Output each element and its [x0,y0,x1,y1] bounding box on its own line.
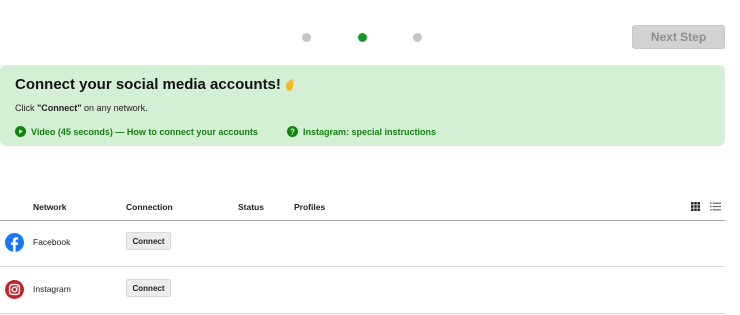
grid-view-icon[interactable] [691,202,700,211]
list-view-icon[interactable] [710,202,721,211]
subtitle-suffix: on any network. [81,103,148,113]
video-link-text: Video (45 seconds) — How to connect your… [31,126,258,137]
instagram-icon [5,280,24,299]
instructions-banner: Connect your social media accounts! Clic… [0,65,725,146]
step-dot-2-active[interactable] [358,33,367,42]
subtitle-connect-word: "Connect" [37,103,82,113]
column-header-profiles: Profiles [294,202,326,212]
play-circle-icon [15,126,26,137]
step-dot-1[interactable] [302,33,311,42]
network-name: Facebook [33,237,71,247]
instagram-instructions-link[interactable]: ? Instagram: special instructions [287,126,436,137]
banner-subtitle: Click "Connect" on any network. [15,103,148,113]
help-circle-icon: ? [287,126,298,137]
connect-facebook-button[interactable]: Connect [126,232,171,250]
column-header-network: Network [33,202,67,212]
subtitle-prefix: Click [15,103,37,113]
banner-title-text: Connect your social media accounts! [15,76,281,93]
network-name: Instagram [33,284,71,294]
video-tutorial-link[interactable]: Video (45 seconds) — How to connect your… [15,126,258,137]
column-header-status: Status [238,202,264,212]
table-row: Instagram Connect [0,267,725,314]
facebook-icon [5,233,24,252]
table-row: Facebook Connect [0,220,725,267]
connect-instagram-button[interactable]: Connect [126,279,171,297]
step-dot-3[interactable] [413,33,422,42]
step-indicator [300,33,424,43]
waving-hand-icon [285,78,294,91]
banner-title: Connect your social media accounts! [15,76,296,93]
svg-text:?: ? [290,127,295,136]
next-step-button[interactable]: Next Step [632,25,725,49]
column-header-connection: Connection [126,202,173,212]
table-header: Network Connection Status Profiles [0,202,725,221]
instagram-link-text: Instagram: special instructions [303,126,437,137]
